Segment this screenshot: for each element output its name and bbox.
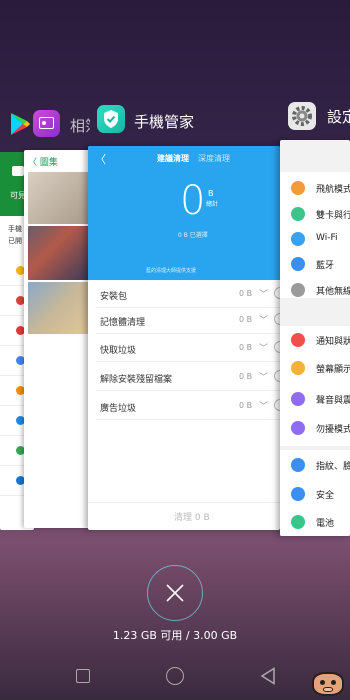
play-store-text: 已開 (8, 237, 22, 245)
tab-deep-clean[interactable]: 深度清理 (198, 153, 230, 164)
settings-item[interactable]: 聲音與震 (280, 387, 350, 411)
battery-icon (291, 515, 305, 529)
close-icon (165, 583, 184, 602)
cleanup-item[interactable]: 解除安裝殘留檔案 0 B ﹀ (88, 363, 280, 391)
gallery-card[interactable]: 〈 圖集 (24, 150, 94, 528)
junk-total-unit: B (208, 189, 214, 198)
tab-suggested-clean[interactable]: 建議清理 (157, 153, 189, 164)
gallery-photo[interactable] (28, 282, 90, 334)
chevron-down-icon[interactable]: ﹀ (259, 313, 268, 326)
gallery-photo[interactable] (28, 226, 90, 280)
clean-button[interactable]: 清理 0 B (174, 510, 210, 523)
sound-icon (291, 392, 305, 406)
settings-item[interactable]: 指紋、臉 (280, 453, 350, 477)
shield-check-icon (104, 110, 118, 128)
back-arrow-icon[interactable]: 〈 (95, 151, 106, 167)
settings-item[interactable]: 電池 (280, 510, 350, 534)
settings-item[interactable]: 其他無線 (280, 278, 350, 302)
chevron-down-icon[interactable]: ﹀ (259, 341, 268, 354)
provider-note: 藍的清理大師提供支援 (146, 268, 197, 274)
settings-item[interactable]: 勿擾模式 (280, 416, 350, 440)
gear-icon (292, 106, 312, 126)
settings-card[interactable]: 飛航模式 雙卡與行 Wi-Fi 藍牙 其他無線 通知與狀 螢幕顯示 聲音與震 勿… (280, 140, 350, 536)
airplane-icon (291, 181, 305, 195)
gallery-back-button[interactable]: 〈 圖集 (28, 155, 58, 168)
back-button[interactable] (260, 667, 276, 685)
cleanup-item[interactable]: 記憶體清理 0 B ﹀ (88, 306, 280, 334)
shield-icon (291, 487, 305, 501)
gallery-app-icon[interactable] (33, 110, 60, 137)
phone-manager-card[interactable]: 〈 建議清理 深度清理 0 B 總計 0 B 已選擇 藍的清理大師提供支援 安裝… (88, 146, 280, 530)
memory-status: 1.23 GB 可用 / 3.00 GB (112, 629, 238, 642)
notification-icon (291, 333, 305, 347)
fingerprint-icon (291, 458, 305, 472)
chevron-down-icon[interactable]: ﹀ (259, 399, 268, 412)
settings-item[interactable]: 飛航模式 (280, 176, 350, 200)
settings-item[interactable]: 通知與狀 (280, 328, 350, 352)
sim-icon (291, 207, 305, 221)
settings-app-icon[interactable] (288, 102, 316, 130)
junk-total-caption: 總計 (206, 201, 219, 208)
bluetooth-icon (291, 257, 305, 271)
phone-manager-app-label: 手機管家 (134, 113, 195, 131)
cleanup-item[interactable]: 快取垃圾 0 B ﹀ (88, 334, 280, 362)
wifi-icon (291, 232, 305, 246)
play-store-icon[interactable] (9, 112, 31, 136)
phone-manager-app-icon[interactable] (97, 105, 125, 133)
cleanup-summary: 〈 建議清理 深度清理 0 B 總計 0 B 已選擇 藍的清理大師提供支援 (88, 146, 280, 280)
watermark-mascot (312, 672, 344, 696)
more-icon (291, 283, 305, 297)
settings-item[interactable]: Wi-Fi (280, 227, 350, 251)
selected-size: 0 B 已選擇 (178, 232, 208, 239)
home-button[interactable] (166, 667, 184, 685)
settings-item[interactable]: 藍牙 (280, 252, 350, 276)
settings-app-label: 設定 (327, 108, 350, 126)
moon-icon (291, 421, 305, 435)
cleanup-item[interactable]: 廣告垃圾 0 B ﹀ (88, 392, 280, 420)
settings-item[interactable]: 安全 (280, 482, 350, 506)
chevron-down-icon[interactable]: ﹀ (259, 287, 268, 300)
cleanup-item[interactable]: 安裝包 0 B ﹀ (88, 280, 280, 308)
play-store-text: 手機 (8, 225, 22, 233)
chevron-down-icon[interactable]: ﹀ (259, 370, 268, 383)
gallery-app-label: 相簿 (70, 117, 90, 135)
lock-icon (12, 166, 24, 176)
settings-item[interactable]: 螢幕顯示 (280, 356, 350, 380)
clear-all-button[interactable] (147, 565, 203, 621)
settings-item[interactable]: 雙卡與行 (280, 202, 350, 226)
recents-button[interactable] (76, 669, 90, 683)
gallery-photo[interactable] (28, 172, 90, 224)
display-icon (291, 361, 305, 375)
junk-total-number: 0 (180, 178, 206, 224)
